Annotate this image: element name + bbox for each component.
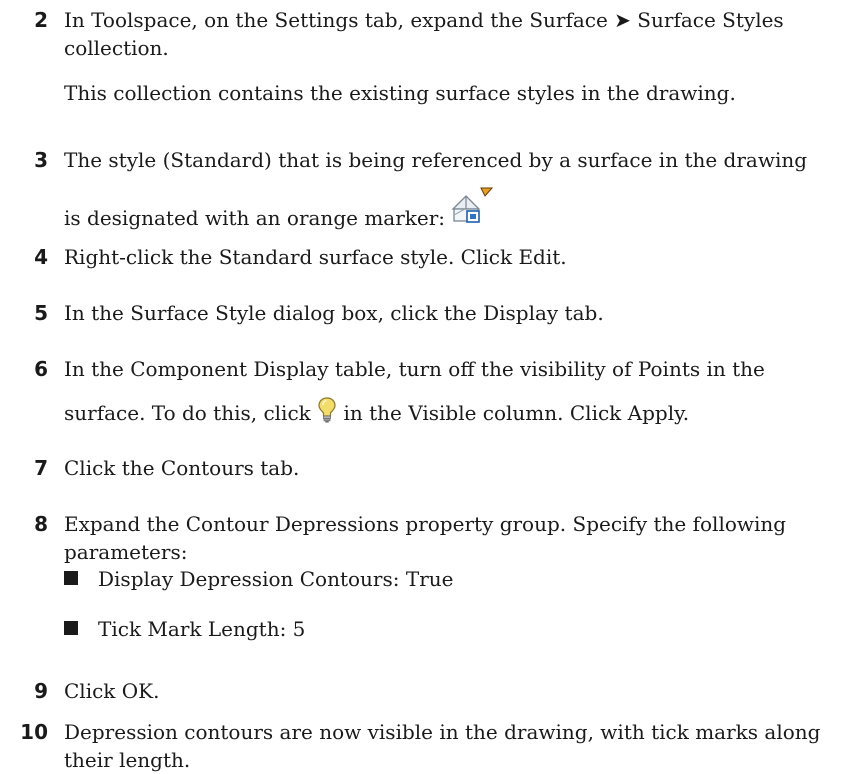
step-line: in the Visible column. Click Apply. — [343, 401, 690, 425]
step-number: 5 — [34, 301, 48, 325]
list-item: Tick Mark Length: 5 — [64, 615, 854, 643]
bullet-square — [64, 571, 78, 585]
step-text: In Toolspace, on the Settings tab, expan… — [64, 6, 854, 107]
step-text: Click OK. — [64, 679, 160, 703]
step-line: Depression contours are now visible in t… — [64, 720, 821, 744]
step-line: parameters: — [64, 540, 188, 564]
step-line: Expand the Contour Depressions property … — [64, 512, 787, 536]
bullet-text: Display Depression Contours: True — [98, 567, 454, 591]
step-text: Depression contours are now visible in t… — [64, 718, 854, 774]
step-text: In the Surface Style dialog box, click t… — [64, 301, 604, 325]
step-line: collection. — [64, 36, 169, 60]
step-line-wrap: is designated with an orange marker: — [64, 187, 854, 232]
step-text: Right-click the Standard surface style. … — [64, 245, 567, 269]
step-text: Click the Contours tab. — [64, 456, 300, 480]
surface-style-orange-marker-icon — [451, 187, 495, 232]
step-number: 4 — [34, 245, 48, 269]
step-line: In the Component Display table, turn off… — [64, 357, 765, 381]
step-number: 8 — [34, 512, 48, 536]
bullet-square — [64, 621, 78, 635]
instructions-page: 2 In Toolspace, on the Settings tab, exp… — [0, 0, 866, 772]
step-number: 3 — [34, 148, 48, 172]
step-line: In Toolspace, on the Settings tab, expan… — [64, 8, 784, 32]
list-item: Display Depression Contours: True — [64, 565, 854, 593]
lightbulb-icon — [317, 396, 337, 431]
step-text: Expand the Contour Depressions property … — [64, 510, 854, 566]
step-line: surface. To do this, click — [64, 401, 311, 425]
step-number: 2 — [34, 8, 48, 32]
step-number: 10 — [20, 720, 48, 744]
step-text: The style (Standard) that is being refer… — [64, 146, 854, 232]
step-line: their length. — [64, 748, 191, 772]
step-text: In the Component Display table, turn off… — [64, 355, 854, 431]
step-number: 7 — [34, 456, 48, 480]
step-line-wrap: surface. To do this, click in the Visibl… — [64, 396, 854, 431]
bullet-text: Tick Mark Length: 5 — [98, 617, 306, 641]
step-line: The style (Standard) that is being refer… — [64, 148, 808, 172]
step-note: This collection contains the existing su… — [64, 81, 736, 105]
step-number: 6 — [34, 357, 48, 381]
step-number: 9 — [34, 679, 48, 703]
step-line: is designated with an orange marker: — [64, 206, 446, 230]
